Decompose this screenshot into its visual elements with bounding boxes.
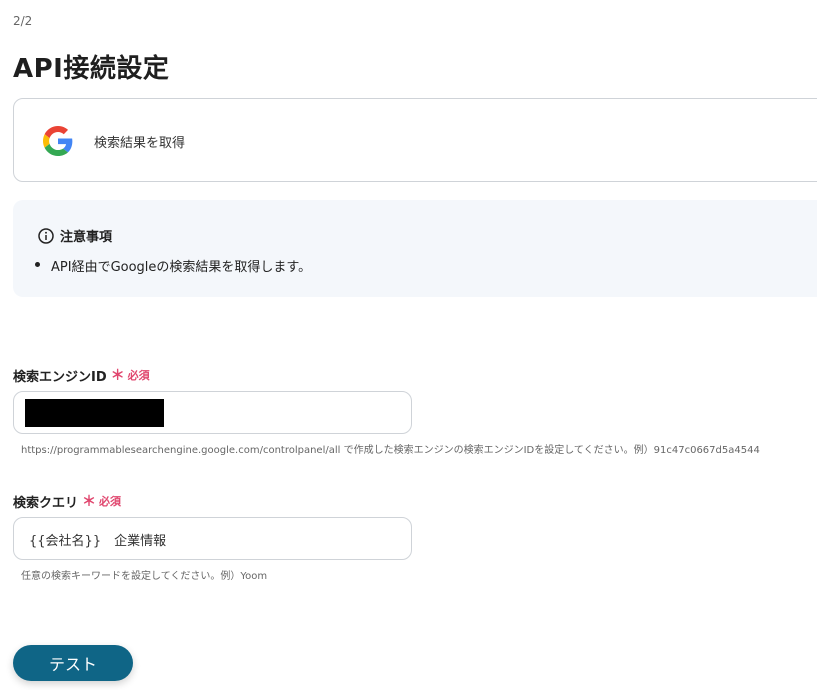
- query-label: 検索クエリ ＊ 必須: [13, 491, 121, 511]
- required-badge: 必須: [99, 495, 122, 508]
- action-label: 検索結果を取得: [94, 136, 186, 151]
- engine-id-hint: https://programmablesearchengine.google.…: [21, 445, 760, 456]
- notice-box: 注意事項 API経由でGoogleの検索結果を取得します。: [13, 200, 817, 297]
- notice-item: API経由でGoogleの検索結果を取得します。: [35, 256, 311, 275]
- engine-id-label-text: 検索エンジンID: [13, 369, 107, 385]
- action-card[interactable]: 検索結果を取得: [13, 98, 817, 182]
- bullet-icon: [35, 262, 40, 267]
- required-badge: 必須: [127, 369, 150, 382]
- required-asterisk: ＊: [110, 368, 125, 384]
- notice-item-text: API経由でGoogleの検索結果を取得します。: [51, 260, 312, 275]
- google-icon: [43, 126, 73, 156]
- info-icon: [38, 227, 54, 244]
- engine-id-label: 検索エンジンID ＊ 必須: [13, 365, 150, 385]
- notice-list: API経由でGoogleの検索結果を取得します。: [35, 256, 311, 275]
- notice-header: 注意事項: [38, 226, 112, 245]
- query-input-value: {{会社名}} 企業情報: [29, 534, 167, 549]
- engine-id-input[interactable]: [13, 391, 412, 434]
- redacted-value: [25, 399, 164, 427]
- notice-title: 注意事項: [60, 230, 113, 245]
- step-indicator: 2/2: [13, 14, 33, 28]
- query-hint: 任意の検索キーワードを設定してください。例）Yoom: [21, 571, 268, 582]
- test-button[interactable]: テスト: [13, 645, 133, 681]
- required-asterisk: ＊: [82, 494, 97, 510]
- query-label-text: 検索クエリ: [13, 495, 79, 511]
- page-title: API接続設定: [13, 54, 170, 84]
- query-input[interactable]: {{会社名}} 企業情報: [13, 517, 412, 560]
